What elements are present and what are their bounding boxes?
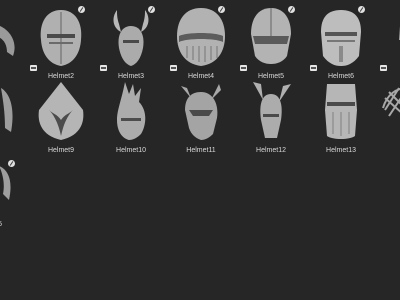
asset-label: Helmet4 xyxy=(187,73,215,80)
asset-label: Helmet11 xyxy=(186,147,216,154)
helmet-model-icon xyxy=(0,26,15,56)
asset-thumbnail[interactable]: Helmet13 xyxy=(310,80,372,158)
helmet-model-icon xyxy=(382,87,400,117)
asset-thumbnail[interactable]: Helmet11 xyxy=(170,80,232,158)
helmet-model-icon xyxy=(325,84,357,139)
helmet-model-icon xyxy=(321,10,361,66)
helmet-model-icon xyxy=(117,82,146,140)
asset-label: Helmet2 xyxy=(47,73,75,80)
helmet-model-icon xyxy=(251,8,291,64)
asset-label: Helmet9 xyxy=(47,147,75,154)
asset-label: 5 xyxy=(0,221,2,228)
asset-label: Helmet6 xyxy=(327,73,355,80)
asset-thumbnail[interactable] xyxy=(0,6,22,84)
asset-label: Helmet5 xyxy=(257,73,285,80)
asset-thumbnail[interactable] xyxy=(372,80,400,158)
asset-thumbnail[interactable]: Helmet9 xyxy=(30,80,92,158)
asset-thumbnail[interactable]: Helmet10 xyxy=(100,80,162,158)
asset-label: Helmet3 xyxy=(117,73,145,80)
helmet-model-icon xyxy=(0,166,11,200)
asset-thumbnail[interactable] xyxy=(0,80,22,158)
asset-thumbnail[interactable]: Helmet4 xyxy=(170,6,232,84)
asset-thumbnail[interactable]: Helmet3 xyxy=(100,6,162,84)
helmet-model-icon xyxy=(181,84,221,140)
asset-thumbnail[interactable] xyxy=(372,6,400,84)
helmet-model-icon xyxy=(38,82,84,140)
helmet-model-icon xyxy=(1,88,13,132)
asset-thumbnail[interactable]: Helmet12 xyxy=(240,80,302,158)
helmet-model-icon xyxy=(253,82,291,138)
asset-thumbnail[interactable]: 5 xyxy=(0,154,22,232)
asset-label: Helmet10 xyxy=(116,147,146,154)
helmet-model-icon xyxy=(40,10,82,66)
asset-thumbnail[interactable]: Helmet5 xyxy=(240,6,302,84)
helmet-model-icon xyxy=(113,10,149,66)
asset-label: Helmet12 xyxy=(256,147,286,154)
asset-thumbnail[interactable]: Helmet6 xyxy=(310,6,372,84)
asset-label: Helmet13 xyxy=(326,147,356,154)
helmet-model-icon xyxy=(177,8,225,66)
asset-thumbnail[interactable]: Helmet2 xyxy=(30,6,92,84)
asset-grid: Helmet2 Helmet3 Helmet4 Helmet5 Helmet6 … xyxy=(0,0,400,300)
helmet-model-icon xyxy=(399,26,400,40)
